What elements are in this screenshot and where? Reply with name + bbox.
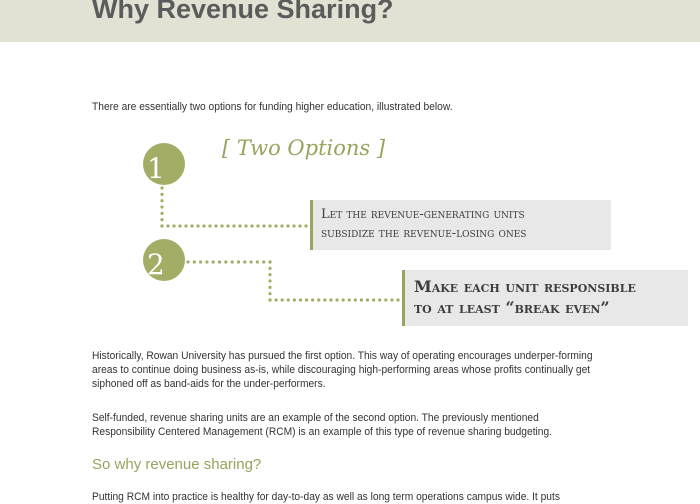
- connector-dot: [268, 285, 272, 289]
- connector-dot: [214, 224, 218, 228]
- connector-dot: [341, 298, 345, 302]
- option-2-number: 2: [147, 248, 165, 281]
- connector-dot: [335, 298, 339, 302]
- connector-dot: [160, 186, 164, 190]
- connector-dot: [224, 260, 228, 264]
- option-1-line-2: subsidize the revenue-losing ones: [321, 226, 527, 241]
- connector-dot: [217, 260, 222, 264]
- connector-dot: [160, 211, 164, 215]
- option-1-number-circle: 1: [143, 143, 185, 185]
- connector-dot: [268, 266, 272, 270]
- option-1-number: 1: [147, 152, 165, 185]
- connector-dot: [384, 298, 388, 302]
- connector-dot: [184, 224, 188, 228]
- option-2-box: Make each unit responsible to at least “…: [402, 270, 688, 326]
- connector-dot: [304, 298, 309, 302]
- connector-dot: [317, 298, 321, 302]
- option-2-number-circle: 2: [143, 239, 185, 281]
- connector-dot: [268, 292, 272, 296]
- connector-dot: [268, 298, 272, 302]
- connector-dot: [268, 298, 272, 302]
- page-title: Why Revenue Sharing?: [92, 0, 394, 24]
- connector-dot: [268, 224, 272, 228]
- connector-dot: [298, 224, 302, 228]
- connector-dot: [372, 298, 376, 302]
- connector-dot: [262, 224, 266, 228]
- connector-dot: [347, 298, 351, 302]
- intro-text: There are essentially two options for fu…: [92, 101, 453, 113]
- paragraph-rcm: Putting RCM into practice is healthy for…: [92, 491, 560, 503]
- connector-dot: [262, 260, 266, 264]
- connector-2: [186, 260, 400, 302]
- connector-dot: [268, 260, 272, 264]
- connector-dot: [160, 205, 164, 209]
- connector-dot: [192, 260, 196, 264]
- connector-dot: [178, 224, 182, 228]
- connector-dot: [243, 260, 247, 264]
- connector-dot: [199, 260, 203, 264]
- connector-dot: [396, 298, 400, 302]
- connector-dot: [236, 260, 241, 264]
- connector-dot: [286, 224, 290, 228]
- connector-dot: [232, 224, 236, 228]
- option-1-box: Let the revenue-generating units subsidi…: [310, 200, 611, 250]
- connector-dot: [353, 298, 357, 302]
- connector-dot: [166, 224, 170, 228]
- section-subheading: So why revenue sharing?: [92, 456, 262, 473]
- connector-dot: [226, 224, 230, 228]
- connector-dot: [208, 224, 212, 228]
- connector-dot: [205, 260, 209, 264]
- connector-dot: [160, 224, 164, 228]
- connector-dot: [274, 224, 278, 228]
- connector-dot: [323, 298, 327, 302]
- connector-dot: [190, 224, 194, 228]
- connector-dot: [255, 260, 259, 264]
- connector-dot: [249, 260, 253, 264]
- connector-dot: [244, 224, 248, 228]
- connector-1: [160, 186, 308, 228]
- connector-dot: [365, 298, 370, 302]
- connector-dot: [256, 224, 260, 228]
- connector-dot: [280, 298, 284, 302]
- connector-dot: [298, 298, 303, 302]
- connector-dot: [220, 224, 224, 228]
- connector-dot: [292, 298, 296, 302]
- option-2-line-2: to at least “break even”: [414, 298, 610, 317]
- connector-dot: [378, 298, 382, 302]
- diagram-title: [ Two Options ]: [222, 136, 386, 160]
- connector-dot: [250, 224, 254, 228]
- connector-dot: [311, 298, 315, 302]
- connector-dot: [160, 224, 164, 228]
- connector-dot: [160, 218, 164, 222]
- connector-dot: [211, 260, 215, 264]
- connector-dot: [268, 273, 272, 277]
- connector-dot: [186, 260, 190, 264]
- paragraph-history: Historically, Rowan University has pursu…: [92, 350, 593, 390]
- connector-dot: [196, 224, 200, 228]
- connector-dot: [304, 224, 308, 228]
- option-1-line-1: Let the revenue-generating units: [321, 207, 525, 222]
- connector-dot: [160, 192, 164, 196]
- connector-dot: [172, 224, 176, 228]
- option-2-line-1: Make each unit responsible: [414, 277, 636, 296]
- connector-dot: [329, 298, 333, 302]
- connector-dot: [292, 224, 296, 228]
- paragraph-second-option: Self-funded, revenue sharing units are a…: [92, 412, 553, 438]
- connector-dot: [359, 298, 364, 302]
- connector-dot: [160, 199, 164, 203]
- connector-dot: [390, 298, 394, 302]
- connector-dot: [280, 224, 284, 228]
- connector-dot: [286, 298, 290, 302]
- connector-dot: [230, 260, 234, 264]
- connector-dot: [202, 224, 206, 228]
- connector-dot: [268, 260, 272, 264]
- connector-dot: [268, 279, 272, 283]
- connector-dot: [274, 298, 278, 302]
- connector-dot: [238, 224, 242, 228]
